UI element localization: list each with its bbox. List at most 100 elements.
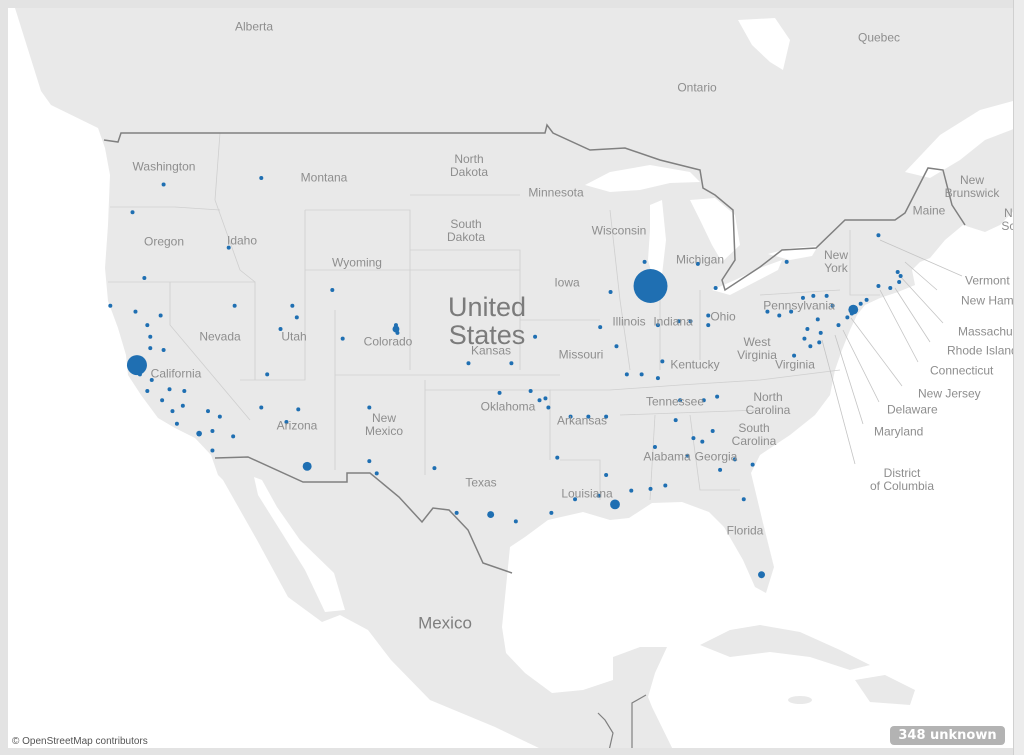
location-point[interactable] bbox=[513, 519, 518, 524]
location-point[interactable] bbox=[180, 403, 185, 408]
location-point[interactable] bbox=[555, 455, 560, 460]
location-point[interactable] bbox=[217, 414, 222, 419]
location-point[interactable] bbox=[895, 270, 900, 275]
location-point[interactable] bbox=[170, 409, 175, 414]
location-point[interactable] bbox=[608, 289, 613, 294]
location-point[interactable] bbox=[528, 389, 533, 394]
location-point[interactable] bbox=[161, 348, 166, 353]
location-point[interactable] bbox=[148, 346, 153, 351]
location-point[interactable] bbox=[718, 467, 723, 472]
location-point[interactable] bbox=[642, 259, 647, 264]
location-point[interactable] bbox=[158, 313, 163, 318]
location-point[interactable] bbox=[660, 359, 665, 364]
location-point[interactable] bbox=[845, 315, 850, 320]
location-point[interactable] bbox=[655, 376, 660, 381]
location-point[interactable] bbox=[741, 497, 746, 502]
location-point[interactable] bbox=[340, 336, 345, 341]
location-point[interactable] bbox=[715, 394, 720, 399]
location-point[interactable] bbox=[290, 303, 295, 308]
location-point[interactable] bbox=[210, 448, 215, 453]
location-point[interactable] bbox=[296, 407, 301, 412]
location-point[interactable] bbox=[167, 387, 172, 392]
location-point[interactable] bbox=[497, 390, 502, 395]
location-point[interactable] bbox=[108, 303, 113, 308]
location-point[interactable] bbox=[509, 361, 514, 366]
location-point[interactable] bbox=[639, 372, 644, 377]
location-point[interactable] bbox=[302, 461, 312, 471]
location-point[interactable] bbox=[818, 330, 823, 335]
location-point[interactable] bbox=[466, 361, 471, 366]
location-point[interactable] bbox=[888, 285, 893, 290]
location-point[interactable] bbox=[629, 488, 634, 493]
location-point[interactable] bbox=[673, 418, 678, 423]
location-point[interactable] bbox=[836, 323, 841, 328]
location-point[interactable] bbox=[897, 280, 902, 285]
location-point[interactable] bbox=[367, 459, 372, 464]
location-point[interactable] bbox=[876, 284, 881, 288]
location-point[interactable] bbox=[196, 430, 202, 437]
location-point[interactable] bbox=[876, 233, 881, 238]
location-point[interactable] bbox=[700, 439, 705, 444]
location-point[interactable] bbox=[713, 285, 718, 290]
location-point[interactable] bbox=[652, 444, 657, 449]
location-point[interactable] bbox=[265, 372, 270, 377]
location-point[interactable] bbox=[537, 398, 542, 403]
location-point[interactable] bbox=[663, 483, 668, 488]
location-point[interactable] bbox=[330, 287, 335, 292]
location-point[interactable] bbox=[758, 571, 765, 579]
location-point[interactable] bbox=[206, 409, 210, 414]
location-point[interactable] bbox=[182, 389, 187, 394]
location-point[interactable] bbox=[604, 473, 609, 478]
location-point[interactable] bbox=[864, 297, 869, 302]
location-point[interactable] bbox=[808, 344, 813, 349]
location-point[interactable] bbox=[232, 303, 237, 308]
location-point[interactable] bbox=[777, 313, 782, 318]
location-point[interactable] bbox=[174, 421, 179, 426]
location-point[interactable] bbox=[210, 428, 215, 433]
location-point[interactable] bbox=[849, 311, 854, 316]
location-point[interactable] bbox=[817, 340, 822, 345]
location-point[interactable] bbox=[533, 334, 538, 339]
location-point[interactable] bbox=[259, 175, 264, 180]
location-point[interactable] bbox=[549, 510, 554, 515]
location-point[interactable] bbox=[432, 466, 437, 471]
location-point[interactable] bbox=[454, 510, 459, 515]
location-point[interactable] bbox=[142, 276, 147, 281]
location-point[interactable] bbox=[487, 511, 495, 519]
location-point[interactable] bbox=[784, 259, 789, 264]
location-point[interactable] bbox=[815, 317, 820, 322]
location-point[interactable] bbox=[148, 334, 153, 339]
location-point[interactable] bbox=[802, 336, 807, 341]
location-point[interactable] bbox=[610, 499, 620, 510]
location-point[interactable] bbox=[367, 405, 372, 410]
location-point[interactable] bbox=[126, 355, 147, 376]
location-point[interactable] bbox=[691, 436, 696, 441]
location-point[interactable] bbox=[294, 315, 299, 320]
location-point[interactable] bbox=[543, 396, 548, 401]
location-point[interactable] bbox=[231, 434, 236, 439]
location-point[interactable] bbox=[898, 274, 903, 279]
location-point[interactable] bbox=[633, 269, 668, 303]
location-point[interactable] bbox=[858, 301, 863, 306]
location-point[interactable] bbox=[393, 323, 398, 328]
map-view[interactable]: United States Mexico Alberta Quebec Ontario Ne… bbox=[8, 8, 1013, 748]
location-point[interactable] bbox=[145, 323, 150, 328]
location-point[interactable] bbox=[811, 293, 816, 298]
location-point[interactable] bbox=[750, 462, 755, 467]
location-point[interactable] bbox=[374, 471, 379, 476]
location-point[interactable] bbox=[259, 405, 264, 410]
unknown-locations-badge[interactable]: 348 unknown bbox=[890, 726, 1005, 745]
location-point[interactable] bbox=[824, 293, 829, 298]
location-point[interactable] bbox=[805, 327, 810, 332]
location-point[interactable] bbox=[648, 486, 653, 491]
vertical-scrollbar[interactable] bbox=[1013, 0, 1024, 755]
location-point[interactable] bbox=[133, 309, 138, 314]
location-point[interactable] bbox=[145, 389, 150, 394]
location-point[interactable] bbox=[598, 325, 603, 330]
location-point[interactable] bbox=[614, 344, 619, 349]
map-attribution[interactable]: © OpenStreetMap contributors bbox=[12, 736, 148, 747]
location-point[interactable] bbox=[161, 182, 166, 187]
location-point[interactable] bbox=[710, 428, 715, 433]
location-point[interactable] bbox=[546, 405, 551, 410]
location-point[interactable] bbox=[137, 372, 142, 377]
